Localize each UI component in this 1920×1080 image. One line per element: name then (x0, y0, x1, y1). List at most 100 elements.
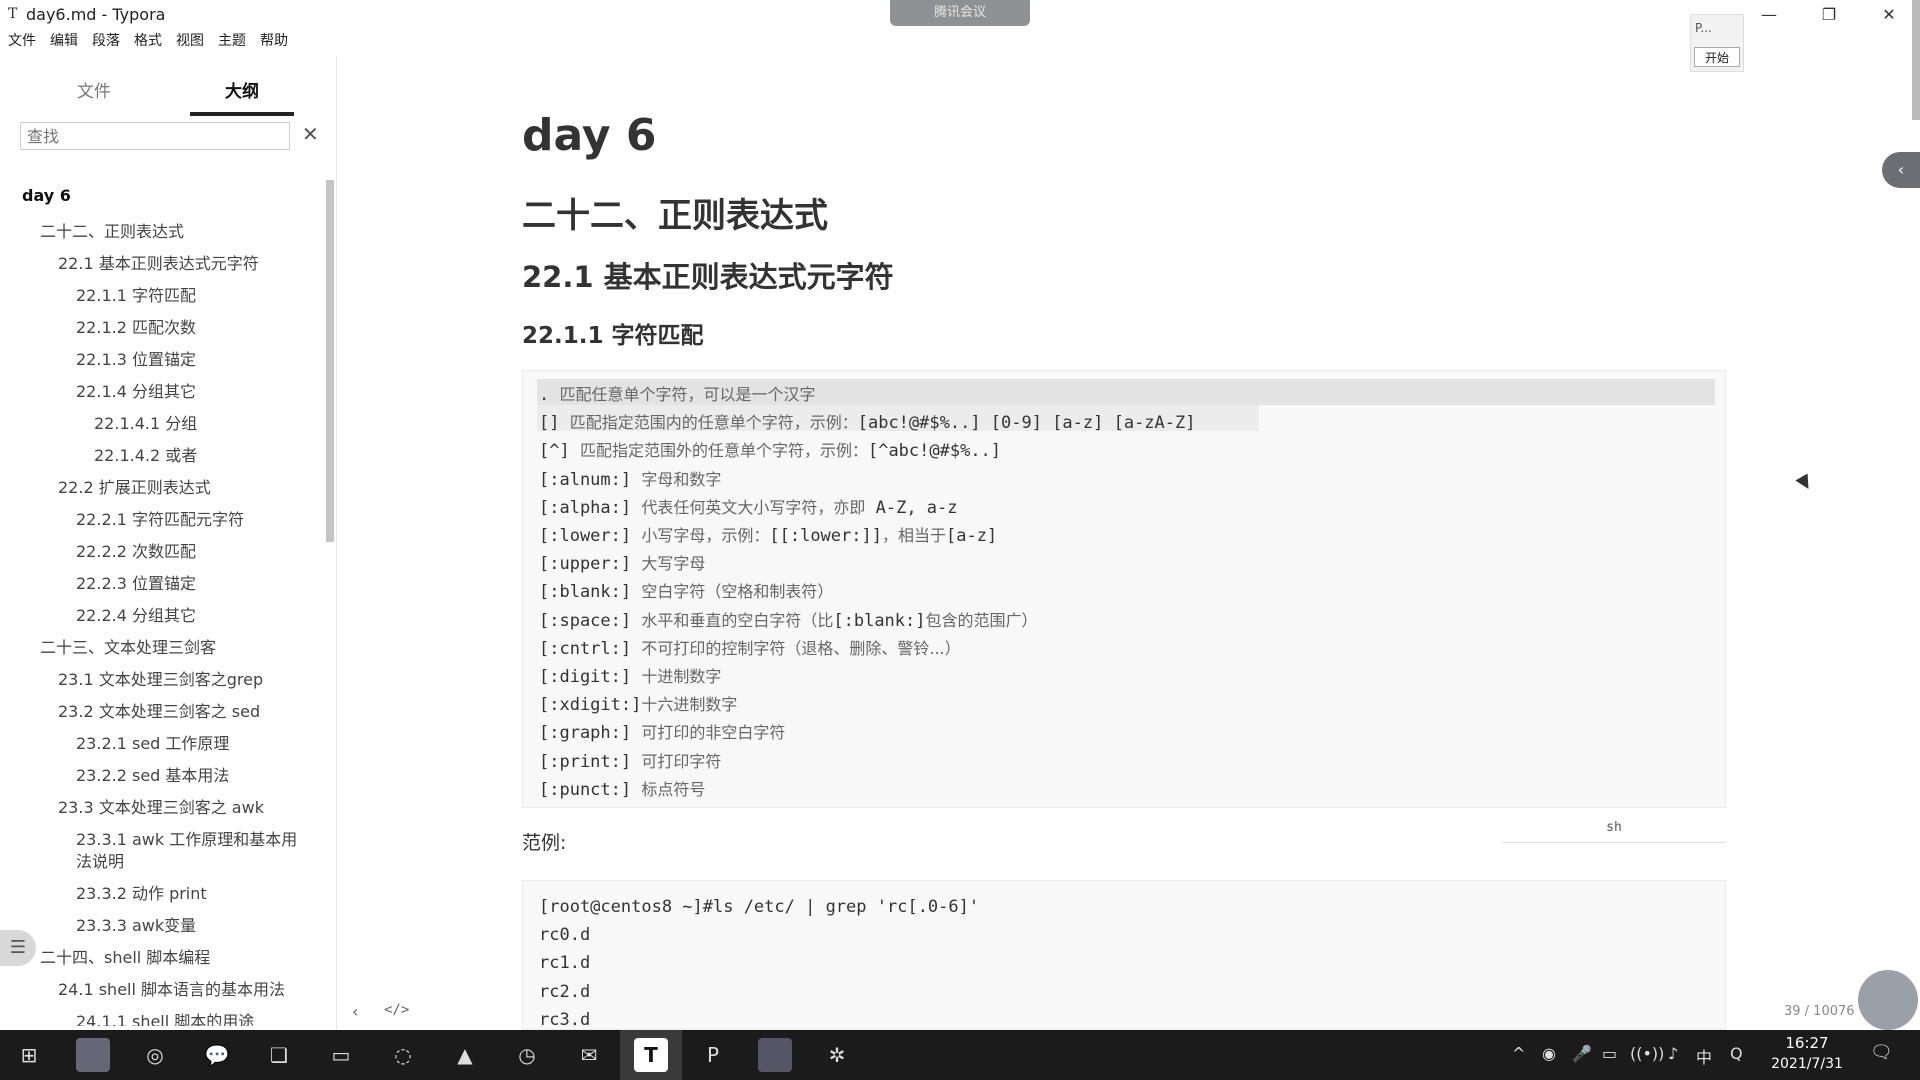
app-icon[interactable] (76, 1038, 110, 1072)
list-menu-icon[interactable]: ☰ (0, 930, 36, 966)
panel-label: P... (1695, 21, 1712, 35)
outline-item[interactable]: 22.1 基本正则表达式元字符 (58, 250, 259, 274)
outline-item[interactable]: 22.2.4 分组其它 (76, 602, 196, 626)
clock-icon[interactable]: ◷ (510, 1038, 544, 1072)
close-button[interactable]: ✕ (1866, 2, 1912, 28)
outline-item[interactable]: 23.3.3 awk变量 (76, 912, 196, 936)
tab-files[interactable]: 文件 (42, 70, 146, 112)
maximize-button[interactable]: ❐ (1806, 2, 1852, 28)
outline-item[interactable]: 法说明 (76, 848, 124, 872)
menu-theme[interactable]: 主题 (218, 30, 246, 52)
outline-item[interactable]: 二十三、文本处理三剑客 (40, 634, 216, 658)
outline-item[interactable]: 二十四、shell 脚本编程 (40, 944, 210, 968)
outline-item[interactable]: 22.2.1 字符匹配元字符 (76, 506, 244, 530)
chevron-left-icon[interactable]: ‹ (1882, 152, 1920, 188)
menu-view[interactable]: 视图 (176, 30, 204, 52)
sidebar: 文件 大纲 ✕ day 6 二十二、正则表达式 22.1 基本正则表达式元字符 22.… (0, 56, 337, 1030)
outline-item[interactable]: 22.1.1 字符匹配 (76, 282, 196, 306)
typora-icon[interactable]: T (634, 1038, 668, 1072)
code-comment: 标点符号 (641, 779, 706, 799)
menu-file[interactable]: 文件 (8, 30, 36, 52)
outline-item[interactable]: 22.2.2 次数匹配 (76, 538, 196, 562)
outline-item[interactable]: day 6 (22, 186, 71, 205)
outlook-icon[interactable]: ✉ (572, 1038, 606, 1072)
menu-format[interactable]: 格式 (134, 30, 162, 52)
clock-time[interactable]: 16:27 (1772, 1034, 1842, 1052)
tab-outline[interactable]: 大纲 (190, 70, 294, 116)
doc-heading-4: 22.1.1 字符匹配 (522, 323, 704, 349)
code-token: . (539, 385, 560, 405)
outline-item[interactable]: 23.3.1 awk 工作原理和基本用 (76, 826, 297, 850)
outline-item[interactable]: 22.2 扩展正则表达式 (58, 474, 211, 498)
outline-item[interactable]: 23.1 文本处理三剑客之grep (58, 666, 263, 690)
code-token: [:punct:] (539, 779, 642, 800)
volume-icon[interactable]: ♪ (1668, 1044, 1678, 1063)
outline-item[interactable]: 23.2 文本处理三剑客之 sed (58, 698, 260, 722)
notification-icon[interactable]: 🗨 (1870, 1042, 1893, 1063)
code-token: [:xdigit:] (539, 695, 642, 716)
code-line: rc1.d (539, 953, 591, 974)
outline-item[interactable]: 23.2.2 sed 基本用法 (76, 762, 229, 786)
floating-panel: P... 开始 (1690, 14, 1744, 72)
start-button[interactable]: 开始 (1694, 47, 1740, 67)
bug-icon[interactable]: ✲ (820, 1038, 854, 1072)
code-block-metacharacters[interactable]: . 匹配任意单个字符，可以是一个汉字[] 匹配指定范围内的任意单个字符，示例：[… (522, 370, 1726, 808)
sidebar-scrollbar[interactable] (326, 180, 334, 542)
menu-edit[interactable]: 编辑 (50, 30, 78, 52)
page-scrollbar[interactable] (1912, 0, 1920, 120)
code-line: [:xdigit:]十六进制数字 (539, 691, 737, 715)
chrome-icon[interactable]: ◎ (138, 1038, 172, 1072)
outline-item[interactable]: 22.1.3 位置锚定 (76, 346, 196, 370)
meeting-indicator[interactable]: 腾讯会议 (890, 0, 1030, 26)
input-method-icon[interactable]: 中 (1696, 1044, 1712, 1068)
code-comment: 包含的范围广） (925, 610, 1038, 630)
clock-date[interactable]: 2021/7/31 (1766, 1056, 1848, 1072)
code-line: [:cntrl:] 不可打印的控制字符（退格、删除、警铃...） (539, 635, 961, 659)
outline-item[interactable]: 二十二、正则表达式 (40, 218, 184, 242)
photos-icon[interactable]: ▲ (448, 1038, 482, 1072)
taskbar: ⊞ ◎ 💬 ❏ ▭ ◌ ▲ ◷ ✉ T P ✲ ^ ◉ 🎤 ▭ ((•)) ♪ … (0, 1030, 1920, 1080)
word-count[interactable]: 39 / 10076 (1784, 1004, 1855, 1019)
outline-item[interactable]: 22.1.2 匹配次数 (76, 314, 196, 338)
outline-search-input[interactable] (20, 122, 290, 150)
outline-item[interactable]: 24.1.1 shell 脚本的用途 (76, 1008, 254, 1026)
outline-item[interactable]: 22.1.4.2 或者 (94, 442, 197, 466)
chevron-left-icon[interactable]: ‹ (352, 1002, 358, 1021)
avatar[interactable] (1858, 970, 1918, 1030)
code-token: A-Z, a-z (865, 497, 958, 518)
wechat-icon[interactable]: 💬 (200, 1038, 234, 1072)
browser-icon[interactable]: ◌ (386, 1038, 420, 1072)
code-line: [root@centos8 ~]#ls /etc/ | grep 'rc[.0-… (539, 897, 980, 917)
windows-icon[interactable]: ⊞ (12, 1038, 46, 1072)
source-code-icon[interactable]: </> (384, 1002, 409, 1018)
minimize-button[interactable]: — (1746, 2, 1792, 28)
code-line: [:alnum:] 字母和数字 (539, 466, 721, 490)
microphone-icon[interactable]: 🎤 (1572, 1044, 1592, 1063)
outline-item[interactable]: 22.2.3 位置锚定 (76, 570, 196, 594)
outline-item[interactable]: 23.2.1 sed 工作原理 (76, 730, 229, 754)
wifi-icon[interactable]: ((•)) (1630, 1044, 1664, 1063)
menu-help[interactable]: 帮助 (260, 30, 288, 52)
outline-item[interactable]: 22.1.4.1 分组 (94, 410, 197, 434)
outline-item[interactable]: 24.1 shell 脚本语言的基本用法 (58, 976, 285, 1000)
powerpoint-icon[interactable]: P (696, 1038, 730, 1072)
menu-paragraph[interactable]: 段落 (92, 30, 120, 52)
window-title: day6.md - Typora (26, 5, 166, 24)
chevron-up-icon[interactable]: ^ (1512, 1044, 1525, 1063)
code-comment: 匹配指定范围外的任意单个字符，示例： (579, 441, 868, 461)
record-icon[interactable]: ◉ (1542, 1044, 1556, 1063)
outline-item[interactable]: 23.3.2 动作 print (76, 880, 207, 904)
battery-icon[interactable]: ▭ (1602, 1044, 1617, 1063)
code-block-example[interactable]: [root@centos8 ~]#ls /etc/ | grep 'rc[.0-… (522, 880, 1726, 1030)
code-line: [:blank:] 空白字符（空格和制表符） (539, 578, 833, 602)
code-language-input[interactable]: sh (1502, 818, 1726, 843)
outline-item[interactable]: 23.3 文本处理三剑客之 awk (58, 794, 264, 818)
copy-icon[interactable]: ❏ (262, 1038, 296, 1072)
folder-icon[interactable]: ▭ (324, 1038, 358, 1072)
code-line: [] 匹配指定范围内的任意单个字符，示例：[abc!@#$%..] [0-9] … (539, 409, 1196, 433)
close-icon[interactable]: ✕ (302, 122, 319, 146)
menu-bar: 文件 编辑 段落 格式 视图 主题 帮助 (0, 30, 330, 52)
qq-icon[interactable]: Q (1730, 1044, 1743, 1063)
app2-icon[interactable] (758, 1038, 792, 1072)
outline-item[interactable]: 22.1.4 分组其它 (76, 378, 196, 402)
